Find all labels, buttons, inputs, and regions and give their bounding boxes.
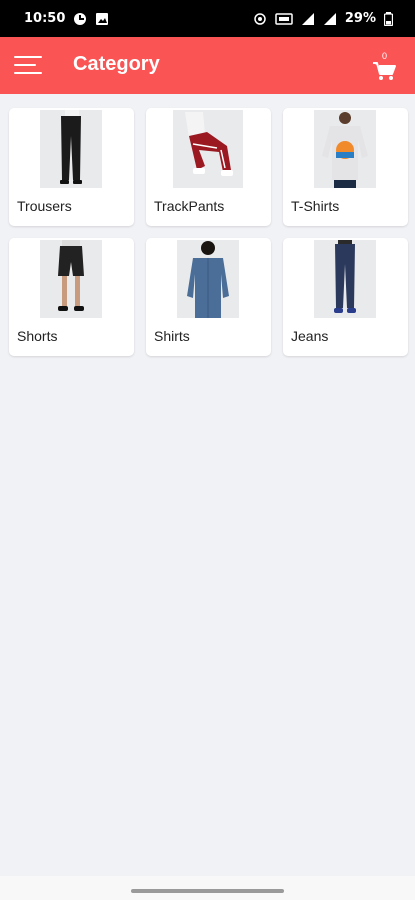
volte-icon — [275, 12, 293, 25]
category-label: Shorts — [17, 328, 58, 344]
category-grid: Trousers TrackPants T-Shirts Shorts Shir… — [9, 108, 408, 356]
shorts-photo — [40, 240, 102, 318]
battery-percent: 29% — [344, 11, 376, 26]
status-time: 10:50 — [24, 11, 66, 26]
app-bar: Category 0 — [0, 37, 415, 94]
signal-icon-1 — [301, 12, 314, 25]
cart-button[interactable]: 0 — [372, 51, 400, 81]
category-label: Jeans — [291, 328, 329, 344]
status-bar: 10:50 29% — [0, 0, 415, 37]
category-card-shorts[interactable]: Shorts — [9, 238, 134, 356]
category-card-trackpants[interactable]: TrackPants — [146, 108, 271, 226]
category-card-jeans[interactable]: Jeans — [283, 238, 408, 356]
page-title: Category — [73, 53, 160, 75]
cart-count-badge: 0 — [382, 51, 388, 61]
category-label: Shirts — [154, 328, 190, 344]
signal-icon-2 — [323, 12, 336, 25]
hotspot-icon — [254, 12, 266, 25]
trousers-photo — [40, 110, 102, 188]
category-card-shirts[interactable]: Shirts — [146, 238, 271, 356]
category-label: TrackPants — [154, 198, 225, 214]
category-label: T-Shirts — [291, 198, 340, 214]
category-card-tshirts[interactable]: T-Shirts — [283, 108, 408, 226]
category-label: Trousers — [17, 198, 72, 214]
trackpants-photo — [173, 110, 243, 188]
app-notification-icon — [74, 12, 87, 25]
cart-icon — [373, 62, 396, 80]
category-card-trousers[interactable]: Trousers — [9, 108, 134, 226]
gesture-nav-bar — [0, 876, 415, 900]
tshirt-photo — [314, 110, 376, 188]
battery-icon — [384, 11, 393, 26]
image-notification-icon — [96, 12, 109, 25]
shirt-photo — [177, 240, 239, 318]
jeans-photo — [314, 240, 376, 318]
home-gesture-handle[interactable] — [131, 889, 284, 893]
menu-icon[interactable] — [14, 54, 42, 76]
